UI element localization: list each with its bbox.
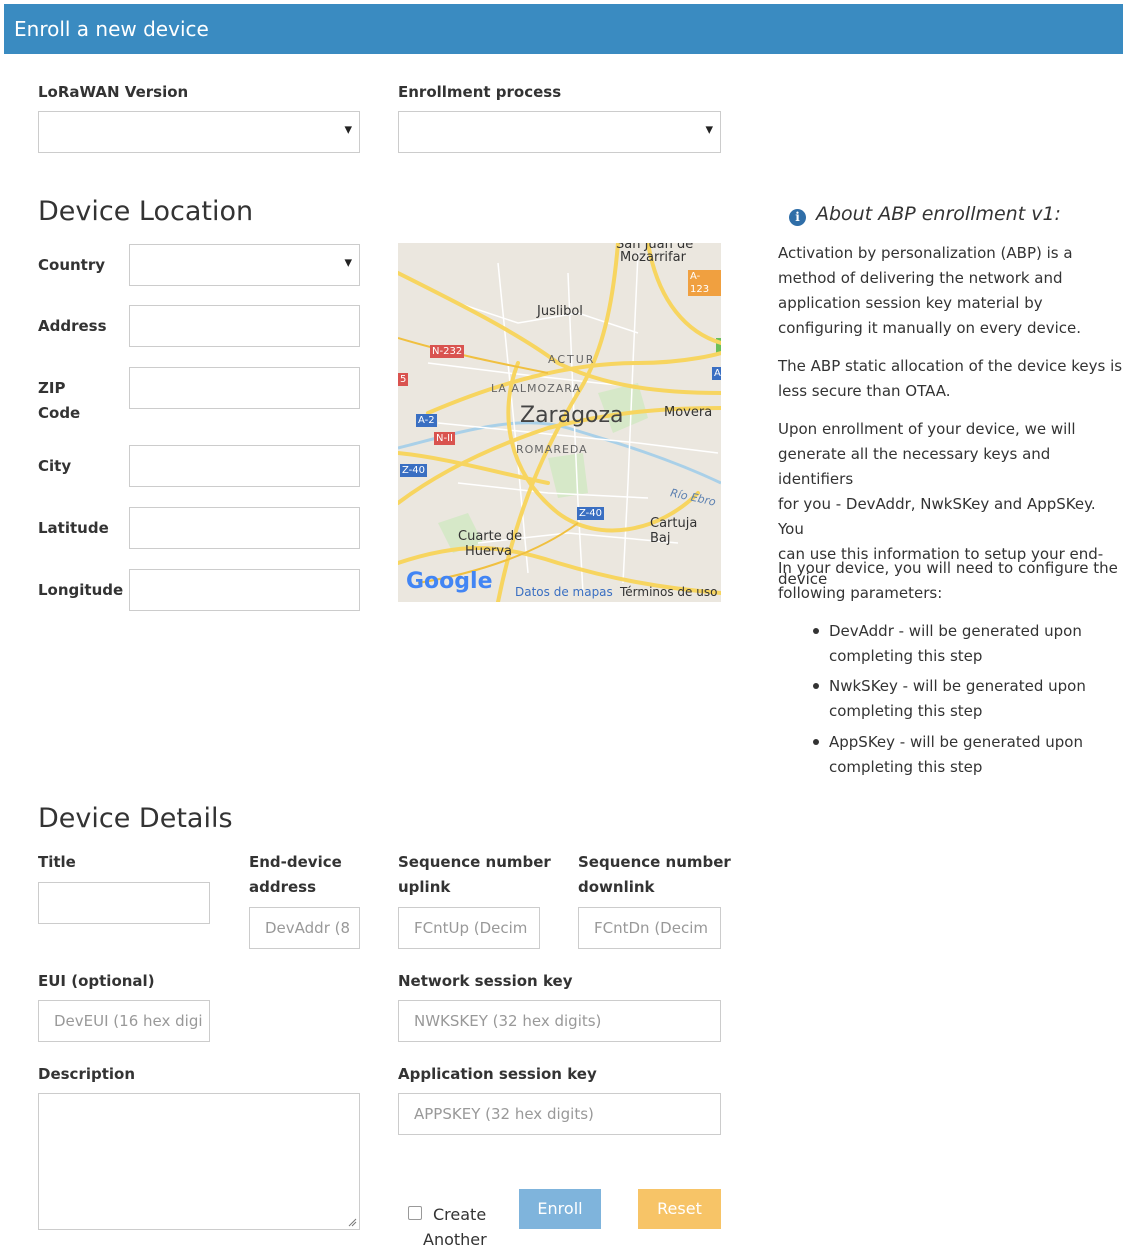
create-another-checkbox[interactable]: [408, 1206, 422, 1220]
info-p2-line: The ABP static allocation of the device …: [778, 357, 1123, 375]
zip-input[interactable]: [129, 367, 360, 409]
map-label-cartuja: Cartuja Baj: [650, 516, 698, 546]
google-logo: Google: [406, 569, 493, 594]
devaddr-input[interactable]: DevAddr (8: [249, 907, 360, 949]
map-label-actur: ACTUR: [548, 353, 596, 366]
map-label-la-almozara: LA ALMOZARA: [491, 382, 581, 395]
page-header: Enroll a new device: [4, 4, 1123, 54]
zip-label-line-2: Code: [38, 404, 81, 422]
road-badge-z40-left: Z-40: [400, 464, 428, 477]
location-map[interactable]: San Juan de Mozarrifar Juslibol ACTUR LA…: [398, 243, 721, 602]
app-session-key-label: Application session key: [398, 1065, 597, 1083]
create-another-label-line-2: Another: [423, 1230, 487, 1249]
page-title: Enroll a new device: [14, 17, 209, 41]
address-input[interactable]: [129, 305, 360, 347]
bullet-line: completing this step: [829, 702, 983, 720]
map-label-cuarte-1: Cuarte de: [458, 529, 523, 544]
seq-downlink-label-line-1: Sequence number: [578, 853, 731, 871]
info-bullet-nwkskey: NwkSKey - will be generated upon complet…: [829, 674, 1086, 724]
info-title: About ABP enrollment v1:: [816, 203, 1061, 225]
device-details-heading: Device Details: [38, 803, 233, 834]
eui-label: EUI (optional): [38, 972, 155, 990]
nwk-session-key-label: Network session key: [398, 972, 573, 990]
road-badge-a2: A-2: [416, 414, 437, 427]
info-p1-line: application session key material by: [778, 294, 1043, 312]
enroll-button[interactable]: Enroll: [519, 1189, 601, 1229]
latitude-label: Latitude: [38, 519, 109, 537]
longitude-label: Longitude: [38, 581, 124, 599]
info-bullet-appskey: AppSKey - will be generated upon complet…: [829, 730, 1083, 780]
lorawan-version-label: LoRaWAN Version: [38, 83, 189, 101]
resize-handle-icon[interactable]: [347, 1217, 357, 1227]
create-another-label-line-1: Create: [433, 1205, 487, 1224]
title-label: Title: [38, 853, 76, 871]
info-p2-line: less secure than OTAA.: [778, 382, 951, 400]
bullet-icon: [813, 628, 819, 634]
end-device-label-line-2: address: [249, 878, 317, 896]
road-badge-n232: N-232: [430, 345, 465, 358]
map-label-zaragoza: Zaragoza: [520, 403, 624, 428]
bullet-line: AppSKey - will be generated upon: [829, 733, 1083, 751]
road-badge-n2: N-II: [434, 432, 455, 445]
seq-downlink-label-line-2: downlink: [578, 878, 655, 896]
enrollment-process-select[interactable]: [398, 111, 721, 153]
map-label-romareda: ROMAREDA: [516, 443, 588, 456]
nwkskey-input[interactable]: NWKSKEY (32 hex digits): [398, 1000, 721, 1042]
info-bullet-devaddr: DevAddr - will be generated upon complet…: [829, 619, 1082, 669]
address-label: Address: [38, 317, 107, 335]
bullet-line: DevAddr - will be generated upon: [829, 622, 1082, 640]
latitude-input[interactable]: [129, 507, 360, 549]
info-p1-line: method of delivering the network and: [778, 269, 1063, 287]
device-location-heading: Device Location: [38, 196, 254, 227]
road-badge-edge-5: 5: [398, 373, 409, 386]
enrollment-process-label: Enrollment process: [398, 83, 562, 101]
map-terms-link[interactable]: Términos de uso: [620, 585, 717, 599]
city-input[interactable]: [129, 445, 360, 487]
road-badge-a123: A-123: [688, 270, 721, 296]
info-p3-line: generate all the necessary keys and iden…: [778, 445, 1051, 488]
info-paragraph-4: In your device, you will need to configu…: [778, 556, 1123, 606]
description-label: Description: [38, 1065, 136, 1083]
reset-button[interactable]: Reset: [638, 1189, 721, 1229]
info-p1-line: configuring it manually on every device.: [778, 319, 1081, 337]
end-device-label-line-1: End-device: [249, 853, 342, 871]
bullet-line: NwkSKey - will be generated upon: [829, 677, 1086, 695]
country-label: Country: [38, 256, 106, 274]
info-p1-line: Activation by personalization (ABP) is a: [778, 244, 1073, 262]
title-input[interactable]: [38, 882, 210, 924]
info-paragraph-1: Activation by personalization (ABP) is a…: [778, 241, 1123, 341]
map-label-juslibol: Juslibol: [537, 304, 583, 319]
info-circle-icon: i: [789, 209, 806, 226]
road-badge-z40-bottom: Z-40: [577, 507, 605, 520]
zip-label-line-1: ZIP: [38, 379, 66, 397]
bullet-icon: [813, 739, 819, 745]
info-paragraph-2: The ABP static allocation of the device …: [778, 354, 1123, 404]
longitude-input[interactable]: [129, 569, 360, 611]
bullet-line: completing this step: [829, 647, 983, 665]
seq-uplink-label-line-1: Sequence number: [398, 853, 551, 871]
fcntdn-input[interactable]: FCntDn (Decim: [578, 907, 721, 949]
road-badge-edge-a: A: [712, 367, 721, 380]
fcntup-input[interactable]: FCntUp (Decim: [398, 907, 540, 949]
appskey-input[interactable]: APPSKEY (32 hex digits): [398, 1093, 721, 1135]
country-select[interactable]: [129, 244, 360, 286]
bullet-line: completing this step: [829, 758, 983, 776]
deveui-input[interactable]: DevEUI (16 hex digi: [38, 1000, 210, 1042]
map-label-mozarrifar: Mozarrifar: [620, 250, 686, 265]
lorawan-version-select[interactable]: [38, 111, 360, 153]
seq-uplink-label-line-2: uplink: [398, 878, 451, 896]
bullet-icon: [813, 683, 819, 689]
info-p4-line: following parameters:: [778, 584, 943, 602]
map-data-link[interactable]: Datos de mapas: [515, 585, 613, 599]
city-label: City: [38, 457, 72, 475]
info-p4-line: In your device, you will need to configu…: [778, 559, 1118, 577]
map-label-cuarte-2: Huerva: [465, 544, 513, 559]
map-label-movera: Movera: [664, 405, 713, 420]
info-p3-line: Upon enrollment of your device, we will: [778, 420, 1076, 438]
description-textarea[interactable]: [38, 1093, 360, 1230]
info-p3-line: for you - DevAddr, NwkSKey and AppSKey. …: [778, 495, 1096, 538]
